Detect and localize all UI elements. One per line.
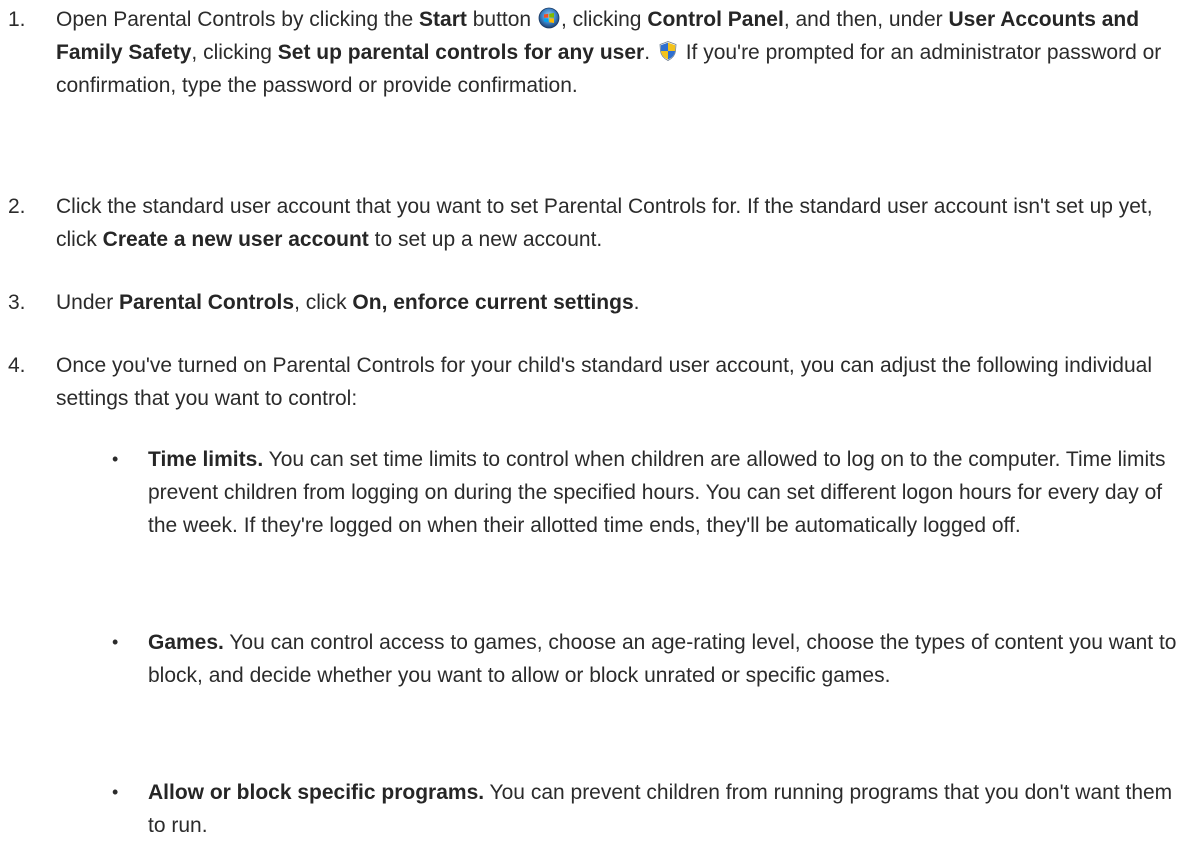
- bullet-description: You can control access to games, choose …: [148, 631, 1177, 687]
- step-text: Open Parental Controls by clicking the S…: [56, 3, 1166, 102]
- bullet-symbol: •: [112, 449, 119, 469]
- text-run: .: [644, 41, 656, 64]
- bold-term-set-up-parental-controls: Set up parental controls for any user: [277, 41, 645, 64]
- bullet-symbol: •: [112, 632, 119, 652]
- text-run: , clicking: [560, 8, 648, 31]
- text-run: Once you've turned on Parental Controls …: [56, 354, 1152, 410]
- bullet-text: Time limits. You can set time limits to …: [148, 443, 1178, 542]
- text-run: , clicking: [191, 41, 278, 64]
- bold-term-control-panel: Control Panel: [647, 8, 784, 31]
- text-run: , click: [294, 291, 353, 314]
- bold-term-create-account: Create a new user account: [102, 228, 369, 251]
- text-run: to set up a new account.: [368, 228, 603, 251]
- text-run: .: [633, 291, 640, 314]
- bullet-text: Allow or block specific programs. You ca…: [148, 776, 1178, 842]
- bold-term-start: Start: [419, 8, 467, 31]
- bullet-term: Time limits.: [148, 448, 264, 471]
- bullet-term: Games.: [148, 631, 224, 654]
- text-run: Open Parental Controls by clicking the: [56, 8, 420, 31]
- bullet-text: Games. You can control access to games, …: [148, 626, 1178, 692]
- instructions-page: 1. Open Parental Controls by clicking th…: [0, 0, 1189, 865]
- bullet-symbol: •: [112, 782, 119, 802]
- text-run: button: [466, 8, 537, 31]
- text-run: , and then, under: [783, 8, 949, 31]
- bold-term-parental-controls: Parental Controls: [119, 291, 295, 314]
- windows-start-orb-icon: [538, 6, 560, 29]
- step-text: Click the standard user account that you…: [56, 190, 1166, 256]
- bullet-term: Allow or block specific programs.: [148, 781, 485, 804]
- step-number: 2.: [8, 195, 26, 218]
- step-text: Once you've turned on Parental Controls …: [56, 349, 1166, 415]
- bold-term-enforce-settings: On, enforce current settings: [352, 291, 634, 314]
- uac-shield-icon: [657, 39, 679, 61]
- step-text: Under Parental Controls, click On, enfor…: [56, 286, 1166, 319]
- bullet-description: You can set time limits to control when …: [148, 448, 1166, 537]
- text-run: Under: [56, 291, 120, 314]
- step-number: 3.: [8, 291, 26, 314]
- step-number: 4.: [8, 354, 26, 377]
- step-number: 1.: [8, 8, 26, 31]
